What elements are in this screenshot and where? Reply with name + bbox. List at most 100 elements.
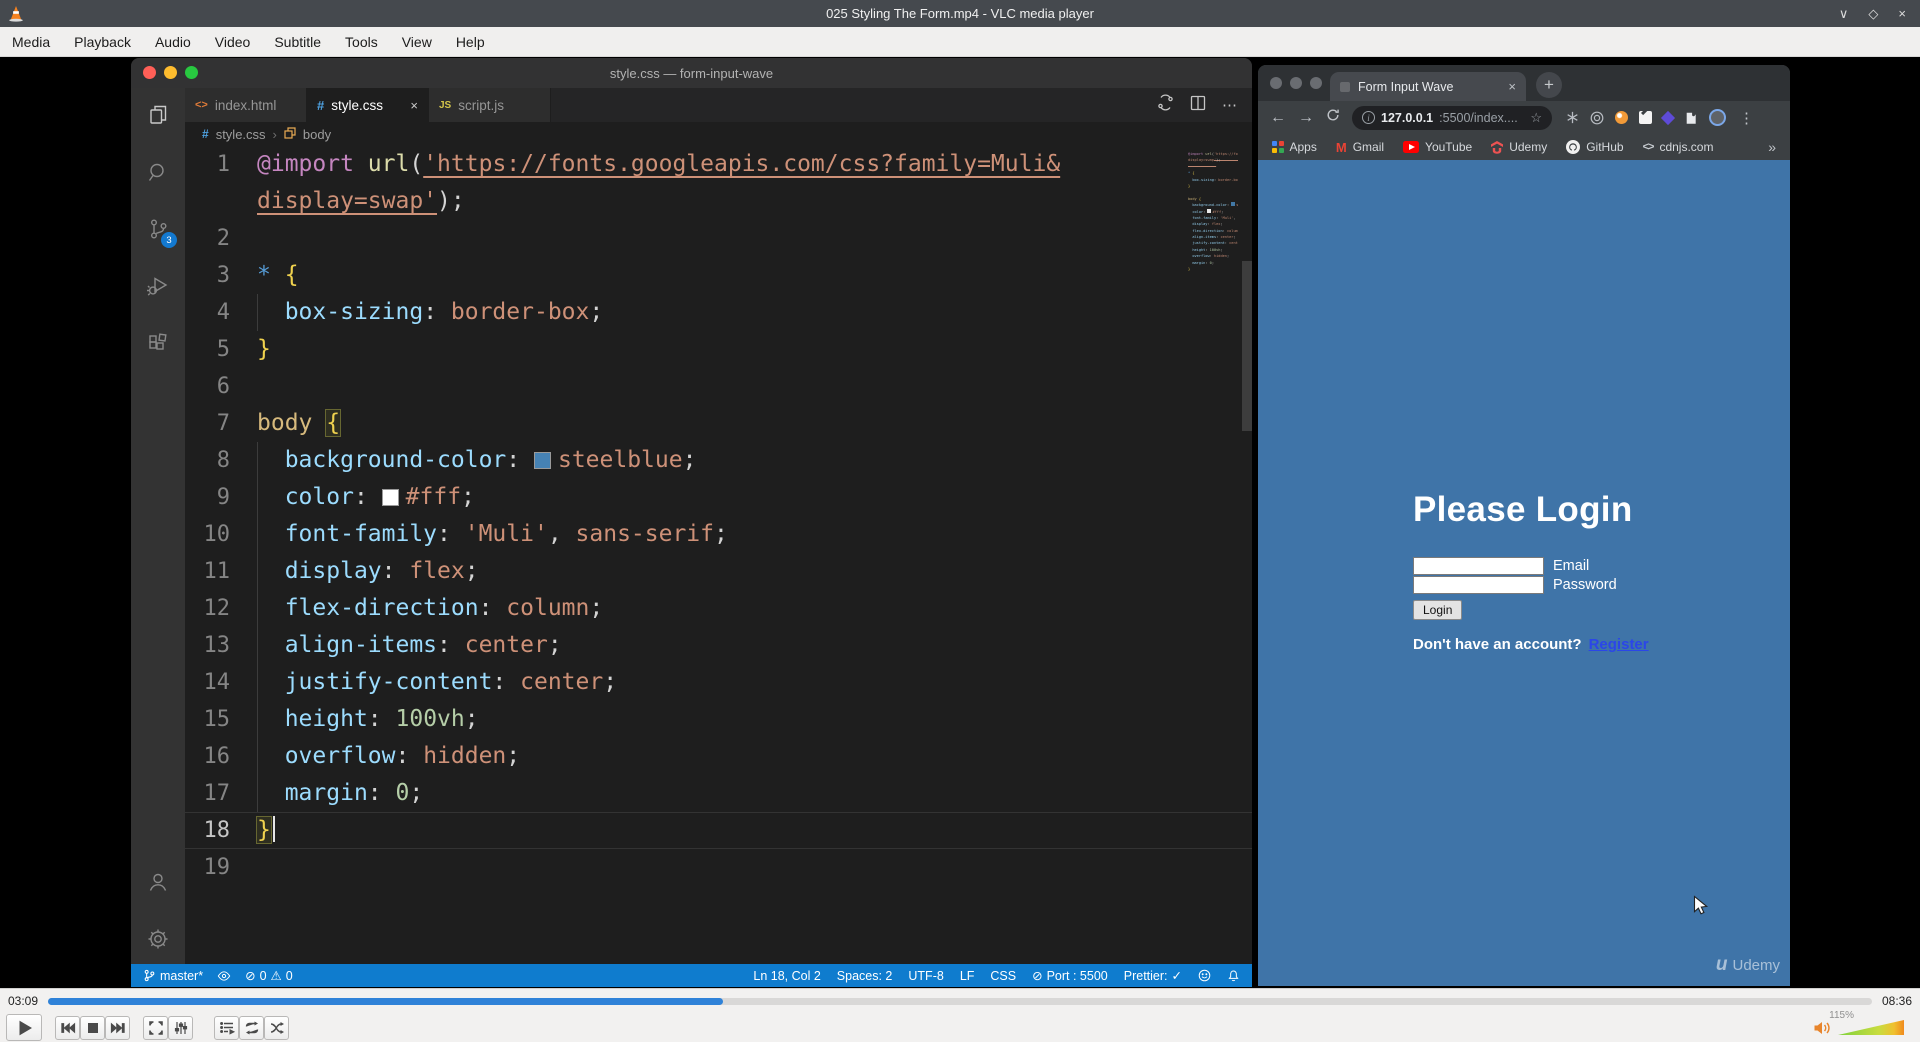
login-button[interactable]: Login: [1413, 600, 1463, 620]
bookmark-cdnjs[interactable]: <> cdnjs.com: [1643, 140, 1714, 154]
mac-minimize-button[interactable]: [164, 66, 177, 79]
bookmark-udemy[interactable]: Udemy: [1491, 140, 1547, 154]
encoding[interactable]: UTF-8: [908, 969, 943, 983]
breadcrumb[interactable]: # style.css › body: [185, 122, 1252, 146]
address-bar[interactable]: i 127.0.0.1 :5500/index.... ☆: [1352, 105, 1552, 130]
browser-menu-icon[interactable]: ⋮: [1739, 109, 1754, 127]
bookmark-apps[interactable]: Apps: [1272, 140, 1317, 154]
settings-gear-icon[interactable]: [143, 924, 173, 954]
prettier-status[interactable]: Prettier: ✓: [1124, 968, 1182, 984]
run-debug-icon[interactable]: [143, 271, 173, 301]
source-control-icon[interactable]: 3: [143, 214, 177, 248]
indentation[interactable]: Spaces: 2: [837, 969, 893, 983]
code-line[interactable]: 4 box-sizing: border-box;: [185, 294, 1252, 331]
extension-puzzle-icon[interactable]: [1684, 111, 1698, 125]
open-changes-icon[interactable]: [1157, 94, 1174, 116]
site-info-icon[interactable]: i: [1362, 111, 1375, 124]
code-line[interactable]: 16 overflow: hidden;: [185, 738, 1252, 775]
bookmark-star-icon[interactable]: ☆: [1530, 110, 1542, 126]
mac-zoom-button[interactable]: [185, 66, 198, 79]
register-link[interactable]: Register: [1589, 636, 1649, 653]
explorer-icon[interactable]: [143, 100, 173, 130]
sync-status[interactable]: [217, 969, 231, 983]
tab-close-icon[interactable]: ×: [1508, 79, 1516, 94]
git-branch-status[interactable]: master*: [143, 969, 203, 983]
extension-pen-icon[interactable]: [1639, 111, 1652, 124]
menu-media[interactable]: Media: [12, 34, 50, 50]
next-button[interactable]: [105, 1015, 130, 1040]
mac-minimize-button[interactable]: [1290, 77, 1302, 89]
eol-type[interactable]: LF: [960, 969, 975, 983]
code-line[interactable]: 1 @import url('https://fonts.googleapis.c…: [185, 146, 1252, 183]
seek-bar[interactable]: [48, 997, 1872, 1005]
split-editor-icon[interactable]: [1190, 95, 1206, 116]
code-line[interactable]: 13 align-items: center;: [185, 627, 1252, 664]
new-tab-button[interactable]: +: [1536, 72, 1562, 98]
previous-button[interactable]: [55, 1015, 80, 1040]
search-icon[interactable]: [143, 157, 173, 187]
minimap[interactable]: 1@import url('https://fonts.googleapis.c…: [1188, 151, 1238, 279]
code-line[interactable]: 17 margin: 0;: [185, 775, 1252, 812]
shuffle-button[interactable]: [264, 1015, 289, 1040]
play-button[interactable]: [6, 1014, 42, 1041]
bookmarks-overflow-icon[interactable]: »: [1768, 139, 1776, 155]
back-button[interactable]: ←: [1270, 109, 1286, 127]
bookmark-gmail[interactable]: M Gmail: [1336, 140, 1384, 155]
code-line[interactable]: 14 justify-content: center;: [185, 664, 1252, 701]
extensions-icon[interactable]: [143, 328, 173, 358]
language-mode[interactable]: CSS: [990, 969, 1016, 983]
live-server-port[interactable]: ⊘ Port : 5500: [1032, 968, 1108, 984]
close-button[interactable]: ×: [1898, 6, 1906, 22]
tab-style-css[interactable]: # style.css ×: [307, 88, 429, 122]
menu-subtitle[interactable]: Subtitle: [274, 34, 321, 50]
code-line[interactable]: 19: [185, 849, 1252, 886]
cursor-position[interactable]: Ln 18, Col 2: [753, 969, 820, 983]
code-line[interactable]: 12 flex-direction: column;: [185, 590, 1252, 627]
more-actions-icon[interactable]: ⋯: [1222, 96, 1238, 114]
code-line[interactable]: 8 background-color: steelblue;: [185, 442, 1252, 479]
forward-button[interactable]: →: [1298, 109, 1314, 127]
video-area[interactable]: style.css — form-input-wave 3 <> index.h…: [0, 57, 1920, 988]
extension-asterisk-icon[interactable]: [1566, 111, 1579, 124]
extension-orange-icon[interactable]: [1615, 111, 1628, 124]
bookmark-github[interactable]: GitHub: [1566, 140, 1624, 154]
menu-playback[interactable]: Playback: [74, 34, 131, 50]
problems-status[interactable]: ⊘ 0 ⚠ 0: [245, 968, 293, 984]
extended-settings-button[interactable]: [168, 1015, 193, 1040]
menu-video[interactable]: Video: [215, 34, 251, 50]
editor-scrollbar[interactable]: [1242, 261, 1252, 431]
maximize-button[interactable]: ◇: [1868, 6, 1878, 22]
extension-rings-icon[interactable]: [1590, 111, 1604, 125]
menu-audio[interactable]: Audio: [155, 34, 191, 50]
code-line[interactable]: 7 body {: [185, 405, 1252, 442]
browser-tab[interactable]: Form Input Wave ×: [1330, 72, 1526, 101]
code-line[interactable]: 11 display: flex;: [185, 553, 1252, 590]
mac-close-button[interactable]: [1270, 77, 1282, 89]
volume-control[interactable]: 115%: [1813, 1010, 1914, 1036]
code-line[interactable]: display=swap');: [185, 183, 1252, 220]
code-line[interactable]: 2: [185, 220, 1252, 257]
breadcrumb-symbol[interactable]: body: [303, 127, 331, 142]
mac-zoom-button[interactable]: [1310, 77, 1322, 89]
code-line[interactable]: 15 height: 100vh;: [185, 701, 1252, 738]
notifications-bell-icon[interactable]: [1227, 969, 1240, 982]
reload-button[interactable]: [1326, 108, 1340, 127]
tab-index-html[interactable]: <> index.html: [185, 88, 307, 122]
breadcrumb-file[interactable]: style.css: [216, 127, 266, 142]
code-line[interactable]: 18}: [185, 812, 1252, 849]
menu-tools[interactable]: Tools: [345, 34, 378, 50]
stop-button[interactable]: [80, 1015, 105, 1040]
minimize-button[interactable]: ∨: [1839, 6, 1849, 22]
profile-avatar-icon[interactable]: [1709, 109, 1726, 126]
bookmark-youtube[interactable]: YouTube: [1403, 140, 1472, 154]
code-line[interactable]: 10 font-family: 'Muli', sans-serif;: [185, 516, 1252, 553]
loop-button[interactable]: [239, 1015, 264, 1040]
mac-close-button[interactable]: [143, 66, 156, 79]
password-input[interactable]: [1413, 576, 1544, 594]
extension-diamond-icon[interactable]: [1660, 110, 1676, 125]
fullscreen-button[interactable]: [143, 1015, 168, 1040]
code-line[interactable]: 6: [185, 368, 1252, 405]
code-line[interactable]: 3 * {: [185, 257, 1252, 294]
playlist-button[interactable]: [214, 1015, 239, 1040]
tab-close-icon[interactable]: ×: [410, 98, 418, 113]
